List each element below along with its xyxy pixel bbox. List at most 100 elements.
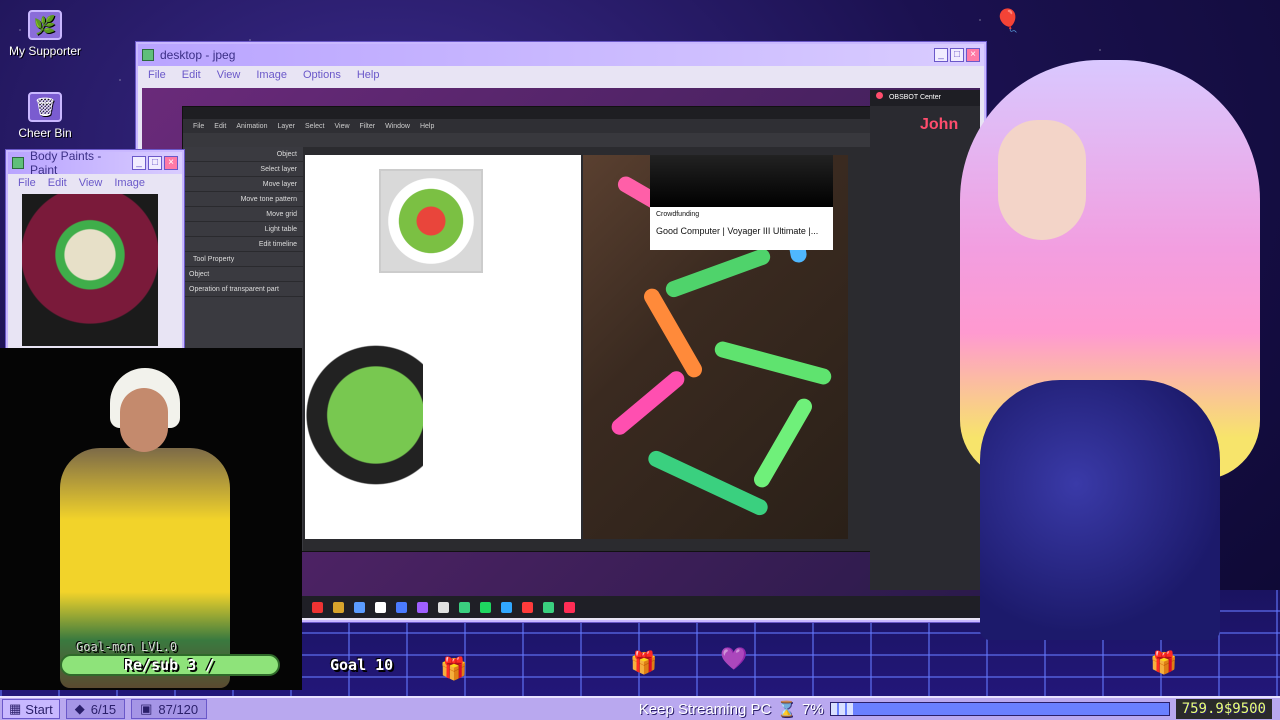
clip-studio-titlebar [183,107,871,119]
ad-popup[interactable]: Crowdfunding Good Computer | Voyager III… [650,155,833,250]
tool-edit-timeline[interactable]: Edit timeline [183,237,303,252]
csp-menu-view[interactable]: View [334,123,349,130]
bottom-taskbar: ▦ Start ◆ 6/15 ▣ 87/120 Keep Streaming P… [0,696,1280,720]
start-label: Start [25,701,53,717]
app-icon[interactable] [522,601,533,613]
tool-object[interactable]: Object [183,147,303,162]
app-icon[interactable] [312,601,323,613]
inner-taskbar [302,596,982,618]
gift-icon: 🎁 [440,656,468,681]
main-window-titlebar[interactable]: desktop - jpeg _ □ × [138,44,984,66]
salad-image [379,169,483,273]
property-operation[interactable]: Operation of transparent part [183,282,303,297]
app-icon[interactable] [396,601,407,613]
desktop-icon-label: My Supporter [8,44,82,58]
paint-window: Body Paints - Paint _ □ × File Edit View… [6,149,184,350]
csp-menu-window[interactable]: Window [385,123,410,130]
csp-toolbar [183,133,871,147]
monitor-icon: 🌿 [28,10,62,40]
cosplay-camera: Goal-mon LVL.0 Re/sub 3 / [0,348,302,690]
tool-property-header: Tool Property [183,252,303,267]
streamer-face [998,120,1086,240]
close-button[interactable]: × [164,156,178,170]
menu-file[interactable]: File [18,177,36,189]
menu-image[interactable]: Image [256,69,287,81]
bin-icon: 🗑 [28,92,62,122]
paint-window-titlebar[interactable]: Body Paints - Paint _ □ × [8,149,182,177]
heart-gift-icon: 💜 [720,646,748,671]
csp-menu-file[interactable]: File [193,123,204,130]
streamer-body [980,380,1220,640]
hourglass-icon: ⌛ [777,701,797,718]
obs-title: OBSBOT Center [888,94,941,101]
app-icon[interactable] [354,601,365,613]
app-icon[interactable] [438,601,449,613]
tool-move-tone-pattern[interactable]: Move tone pattern [183,192,303,207]
record-dot-icon [876,92,883,99]
sub-icon: ▣ [140,701,153,716]
main-window-menubar: File Edit View Image Options Help [138,66,984,84]
record-icon[interactable] [564,601,575,613]
app-icon[interactable] [543,601,554,613]
desktop-icon-my-supporter[interactable]: 🌿 My Supporter [0,10,90,58]
maximize-button[interactable]: □ [148,156,162,170]
tool-move-grid[interactable]: Move grid [183,207,303,222]
menu-file[interactable]: File [148,69,166,81]
app-icon[interactable] [459,601,470,613]
counter-1: ◆ 6/15 [65,699,126,719]
menu-view[interactable]: View [79,177,103,189]
cosplay-face [120,388,168,452]
joker-painting [22,194,158,346]
resub-counter: Re/sub 3 / [124,656,215,674]
csp-menu-help[interactable]: Help [420,123,434,130]
goal-label: Goal 10 [330,656,394,674]
money-counter: 759.9$9500 [1175,699,1272,719]
csp-menu-edit[interactable]: Edit [214,123,226,130]
menu-options[interactable]: Options [303,69,341,81]
ad-small-label: Crowdfunding [656,211,700,218]
desktop-icon-label: Cheer Bin [18,126,72,140]
start-button[interactable]: ▦ Start [2,699,60,719]
menu-image[interactable]: Image [114,177,145,189]
photoshop-icon[interactable] [501,601,512,613]
menu-help[interactable]: Help [357,69,380,81]
stream-goal-ticker: Keep Streaming PC ⌛ 7% 759.9$9500 [639,697,1280,720]
property-object: Object [183,267,303,282]
tool-move-layer[interactable]: Move layer [183,177,303,192]
goal-name: Goal-mon LVL.0 [76,640,178,654]
window-icon [12,157,24,169]
ticker-percent: 7% [802,700,824,718]
csp-menu-animation[interactable]: Animation [236,123,267,130]
goal-progress-fill [830,703,855,715]
goal-progress-bar [829,702,1170,716]
menu-view[interactable]: View [217,69,241,81]
menu-edit[interactable]: Edit [182,69,201,81]
ad-image [650,155,833,207]
csp-menu-filter[interactable]: Filter [360,123,376,130]
window-icon [142,49,154,61]
streamer-camera [940,60,1280,640]
app-icon[interactable] [375,601,386,613]
ad-title[interactable]: Good Computer | Voyager III Ultimate |..… [650,220,833,242]
tool-light-table[interactable]: Light table [183,222,303,237]
app-icon[interactable] [333,601,344,613]
gift-icon: 🎁 [630,650,658,675]
ticker-label: Keep Streaming PC [638,700,772,718]
desktop-icon-cheer-bin[interactable]: 🗑 Cheer Bin [0,92,90,140]
counter-2: ▣ 87/120 [131,699,208,719]
gem-icon: ◆ [74,701,85,716]
bowl-image [305,325,423,505]
spotify-icon[interactable] [480,601,491,613]
menu-edit[interactable]: Edit [48,177,67,189]
paint-window-menubar: File Edit View Image [8,174,182,192]
app-icon[interactable] [417,601,428,613]
gift-icon: 🎁 [1150,650,1178,675]
csp-menu-select[interactable]: Select [305,123,324,130]
counter-1-value: 6/15 [90,701,117,717]
minimize-button[interactable]: _ [132,156,146,170]
balloon-dog-icon: 🎈 [994,8,1022,33]
counter-2-value: 87/120 [158,701,199,717]
windows-icon: ▦ [9,701,22,716]
csp-menu-layer[interactable]: Layer [277,123,295,130]
tool-select-layer[interactable]: Select layer [183,162,303,177]
